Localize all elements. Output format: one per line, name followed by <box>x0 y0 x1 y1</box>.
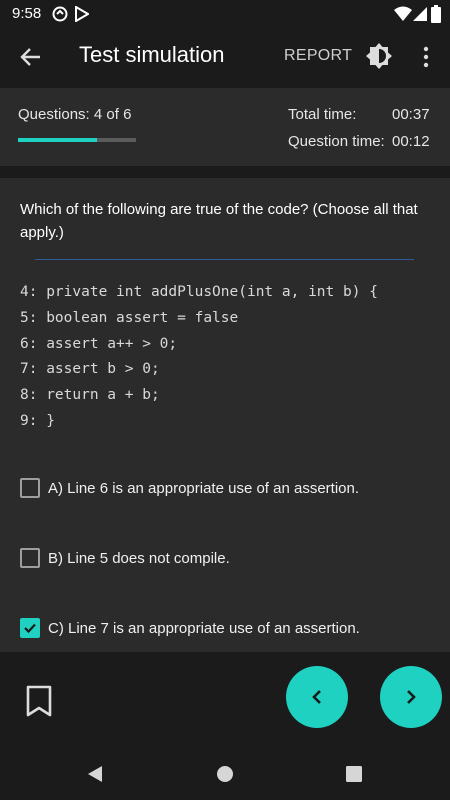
question-current: 4 <box>93 106 103 123</box>
checkbox-b[interactable] <box>20 548 40 568</box>
status-bar: 9:58 <box>0 0 450 28</box>
system-nav-bar <box>0 748 450 800</box>
question-text: Which of the following are true of the c… <box>20 201 418 241</box>
question-card: Which of the following are true of the c… <box>0 178 450 652</box>
app-bar: Test simulation REPORT <box>0 28 450 85</box>
option-a-label[interactable]: A) Line 6 is an appropriate use of an as… <box>48 480 359 497</box>
page-title: Test simulation <box>79 42 225 67</box>
bottom-actions <box>0 652 450 748</box>
brightness-icon[interactable] <box>365 42 393 70</box>
nav-back-icon[interactable] <box>86 764 104 789</box>
question-total: 6 <box>123 106 132 123</box>
code-line: 8: return a + b; <box>20 387 160 404</box>
code-line: 5: boolean assert = false <box>20 309 239 326</box>
cell-signal-icon <box>413 6 427 27</box>
check-icon <box>24 623 36 634</box>
next-button[interactable] <box>380 666 442 728</box>
progress-bar <box>18 138 136 142</box>
battery-icon <box>431 5 441 28</box>
option-c-label[interactable]: C) Line 7 is an appropriate use of an as… <box>48 620 360 637</box>
divider <box>35 259 414 260</box>
option-c[interactable]: C) Line 7 is an appropriate use of an as… <box>20 616 360 640</box>
chevron-right-icon <box>407 690 416 704</box>
code-line: 4: private int addPlusOne(int a, int b) … <box>20 284 378 300</box>
status-time: 9:58 <box>12 5 42 22</box>
option-b[interactable]: B) Line 5 does not compile. <box>20 546 230 570</box>
sync-icon <box>52 6 68 27</box>
question-time-value: 00:12 <box>392 133 430 150</box>
question-time-label: Question time: <box>288 133 385 150</box>
chevron-left-icon <box>312 690 321 704</box>
nav-recents-icon[interactable] <box>345 764 363 789</box>
checkbox-c[interactable] <box>20 618 40 638</box>
bookmark-icon[interactable] <box>26 685 52 717</box>
code-line: 9: } <box>20 412 55 429</box>
more-vert-icon[interactable] <box>416 44 436 70</box>
report-button[interactable]: REPORT <box>284 47 352 65</box>
progress-fill <box>18 138 98 142</box>
stats-card: Questions: 4 of 6 Total time: 00:37 Ques… <box>0 88 450 166</box>
checkbox-a[interactable] <box>20 478 40 498</box>
total-time-label: Total time: <box>288 106 357 123</box>
back-arrow-icon[interactable] <box>18 44 44 70</box>
question-of-label: of <box>102 106 124 123</box>
code-line: 6: assert a++ > 0; <box>20 335 178 352</box>
total-time-value: 00:37 <box>392 106 430 123</box>
code-line: 7: assert b > 0; <box>20 361 160 378</box>
code-block: 4: private int addPlusOne(int a, int b) … <box>20 280 378 435</box>
question-counter-prefix: Questions: <box>18 106 94 123</box>
nav-home-icon[interactable] <box>216 764 234 789</box>
question-counter: Questions: 4 of 6 <box>18 106 131 123</box>
option-a[interactable]: A) Line 6 is an appropriate use of an as… <box>20 476 359 500</box>
wifi-icon <box>394 6 412 27</box>
option-b-label[interactable]: B) Line 5 does not compile. <box>48 550 230 567</box>
previous-button[interactable] <box>286 666 348 728</box>
play-store-icon <box>75 5 90 27</box>
